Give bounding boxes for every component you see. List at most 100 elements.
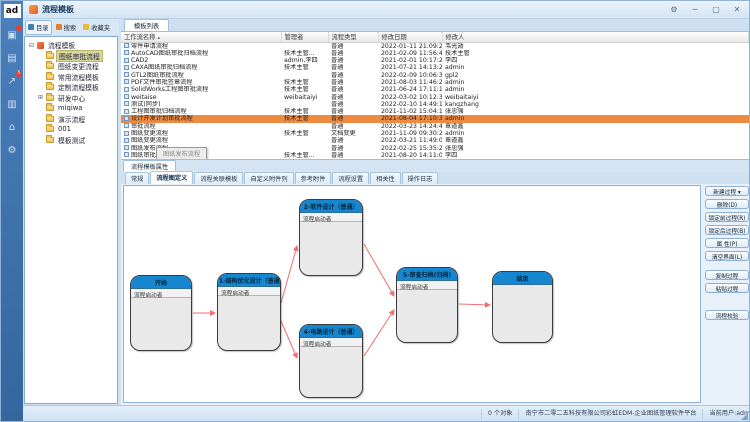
close-control-icon[interactable]: ✕ (731, 5, 743, 14)
resize-grip[interactable] (741, 413, 748, 420)
flow-node-title: 4-电路设计（普通） (300, 325, 362, 338)
type-cell: 普通 (328, 72, 378, 79)
folder-icon (46, 74, 54, 80)
flow-action-button[interactable]: 删除(D) (705, 199, 749, 209)
template-list-tabbar: 模板列表 (121, 19, 749, 32)
flow-node-start[interactable]: 开始流程启动者 (130, 275, 192, 351)
flow-action-button[interactable]: 流程校验 (705, 310, 749, 320)
manager-cell: 技术主管 (281, 64, 328, 71)
table-row[interactable]: 零件申请流程普通2022-01-11 21:09:29韦光勋 (121, 42, 749, 50)
manager-cell: 技术主管 (281, 115, 328, 122)
table-row[interactable]: CAXA图纸审批归档流程技术主管普通2021-07-21 14:13:21adm… (121, 64, 749, 71)
maximize-control-icon[interactable]: ▢ (710, 5, 722, 14)
flow-action-button[interactable]: 清空界面(L) (705, 251, 749, 261)
flow-action-button[interactable]: 新建过程 ▾ (705, 186, 749, 196)
workflow-name-cell: 零件申请流程 (121, 42, 281, 50)
table-row[interactable]: 设计开发计划审批流程技术主管普通2021-08-04 17:10:36admin (121, 115, 749, 122)
properties-tab[interactable]: 相关性 (370, 172, 401, 184)
manager-cell: 技术主管 (281, 79, 328, 86)
table-row[interactable]: 图纸变更流程技术主管文档变更2021-11-09 09:30:24admin (121, 130, 749, 137)
properties-tab[interactable]: 流程设置 (332, 172, 369, 184)
activity-chart-icon[interactable]: ↗5 (1, 70, 23, 93)
workflow-name-cell: 图纸变更流程 (121, 137, 281, 144)
flow-node-end[interactable]: 结束 (492, 271, 553, 343)
directory-tab[interactable]: 目录 (25, 20, 52, 35)
template-list-tab[interactable]: 模板列表 (124, 19, 169, 31)
flow-node-review-archive[interactable]: 5-审查归档(归档)流程启动者 (396, 267, 458, 343)
modified-date-cell: 2021-11-02 15:04:17 (378, 108, 442, 115)
properties-tab[interactable]: 流程图定义 (150, 171, 193, 184)
table-row[interactable]: CAD2admin,李四普通2021-02-01 10:17:29李四 (121, 57, 749, 64)
table-row[interactable]: 审批流程普通2022-03-23 14:24:40覃道鑫 (121, 123, 749, 130)
tree-item[interactable]: 图纸变更流程 (25, 61, 117, 72)
flow-action-button[interactable]: 锁定前过程(R) (705, 212, 749, 222)
workflow-icon (124, 101, 129, 106)
search-tab-icon (56, 24, 62, 30)
column-header[interactable]: 修改人 (442, 32, 749, 42)
tree-item[interactable]: ⊞研发中心 (25, 93, 117, 104)
table-row[interactable]: 图纸发布流程普通2022-02-25 15:35:27张忠强 (121, 145, 749, 152)
search-tab[interactable]: 搜索 (53, 20, 80, 35)
column-header[interactable]: 工作流名称▴ (121, 32, 281, 42)
favorites-tab[interactable]: 收藏夹 (80, 20, 113, 35)
flow-node-structure-design[interactable]: 1-结构优化设计（普通）流程启动者 (217, 273, 281, 351)
properties-tab[interactable]: 自定义附件列 (244, 172, 293, 184)
column-header[interactable]: 管理者 (281, 32, 328, 42)
table-row[interactable]: PDF文件审批签章流程技术主管普通2021-08-03 11:46:21admi… (121, 79, 749, 86)
flow-action-button[interactable]: 属 性(P) (705, 238, 749, 248)
tree-item[interactable]: 001 (25, 124, 117, 135)
workflow-name-cell: PDF文件审批签章流程 (121, 79, 281, 86)
type-cell: 普通 (328, 57, 378, 64)
column-header[interactable]: 修改日期 (378, 32, 442, 42)
folder-icon (46, 95, 54, 101)
tree-item-label: 常用流程模板 (56, 72, 101, 82)
table-row[interactable]: AutoCAD图纸审批归档流程技术主管...普通2021-02-09 11:56… (121, 50, 749, 57)
organization-icon[interactable]: ⌂ (1, 116, 23, 139)
table-row[interactable]: GTL2图纸审批流程普通2022-02-09 10:06:32gpl2 (121, 72, 749, 79)
tree-item[interactable]: 演示流程 (25, 114, 117, 125)
flow-canvas[interactable]: 开始流程启动者 1-结构优化设计（普通）流程启动者 2-软件设计（普通）流程启动者 4… (123, 185, 701, 403)
flow-action-button[interactable]: 复制过程 (705, 270, 749, 280)
table-row[interactable]: 图纸审批技术主管...普通2021-08-20 14:11:08李四 (121, 152, 749, 159)
content-panel: 模板列表 工作流名称▴管理者流程类型修改日期修改人 零件申请流程普通2022-0… (121, 19, 749, 405)
directory-tab-label: 目录 (36, 23, 49, 32)
favorites-tab-icon (83, 24, 89, 30)
properties-tab[interactable]: 操作日志 (402, 172, 439, 184)
table-row[interactable]: weitaiseweibaitaiyi普通2022-03-02 10:12:36… (121, 94, 749, 101)
properties-tab[interactable]: 常规 (125, 172, 149, 184)
settings-icon[interactable]: ⚙ (1, 139, 23, 162)
flow-node-software-design[interactable]: 2-软件设计（普通）流程启动者 (299, 199, 363, 276)
workflow-name-cell: AutoCAD图纸审批归档流程 (121, 50, 281, 57)
tree-item[interactable]: 定制流程模板 (25, 82, 117, 93)
workflow-icon (124, 72, 129, 77)
table-header-row: 工作流名称▴管理者流程类型修改日期修改人 (121, 32, 749, 42)
tree-item[interactable]: miqiwa (25, 103, 117, 114)
side-buttons: 新建过程 ▾ 删除(D) 锁定前过程(R) 锁定后过程(B) 属 性(P) 清空界面(L)… (705, 186, 749, 323)
copy-icon[interactable]: ▥ (1, 93, 23, 116)
properties-tab[interactable]: 流程关联模板 (194, 172, 243, 184)
expander-icon[interactable]: ⊞ (37, 94, 44, 101)
modified-date-cell: 2021-07-21 14:13:21 (378, 64, 442, 71)
flow-action-button[interactable]: 锁定后过程(B) (705, 225, 749, 235)
documents-icon[interactable]: ▤ (1, 47, 23, 70)
tree-item[interactable]: 图纸审批流程 (25, 51, 117, 62)
tree-item[interactable]: 模板测试 (25, 135, 117, 146)
type-cell: 普通 (328, 152, 378, 159)
table-row[interactable]: 图纸变更流程普通2022-03-21 11:49:05覃道鑫 (121, 137, 749, 144)
settings-control-icon[interactable]: ⚙ (668, 5, 680, 14)
table-row[interactable]: 工程图审批归档流程技术主管普通2021-11-02 15:04:17张忠强 (121, 108, 749, 115)
properties-tab[interactable]: 参考附件 (295, 172, 332, 184)
expander-icon[interactable]: ⊟ (28, 42, 35, 49)
main-area: 目录搜索收藏夹 ⊟流程模板图纸审批流程图纸变更流程常用流程模板定制流程模板⊞研发… (23, 19, 749, 405)
workspace-icon[interactable]: ▣ (1, 24, 23, 47)
flow-node-circuit-design[interactable]: 4-电路设计（普通）流程启动者 (299, 324, 363, 398)
table-row[interactable]: 测试(同步)普通2022-02-10 14:49:12kangzhang (121, 101, 749, 108)
column-header[interactable]: 流程类型 (328, 32, 378, 42)
type-cell: 普通 (328, 79, 378, 86)
flow-action-button[interactable]: 粘贴过程 (705, 283, 749, 293)
modifier-cell: 技术主管 (442, 50, 749, 57)
table-body: 零件申请流程普通2022-01-11 21:09:29韦光勋AutoCAD图纸审… (121, 42, 749, 159)
minimize-control-icon[interactable]: ─ (689, 5, 701, 14)
tree-item[interactable]: 常用流程模板 (25, 72, 117, 83)
table-row[interactable]: SolidWorks工程图审批流程技术主管普通2021-06-24 17:11:… (121, 86, 749, 93)
